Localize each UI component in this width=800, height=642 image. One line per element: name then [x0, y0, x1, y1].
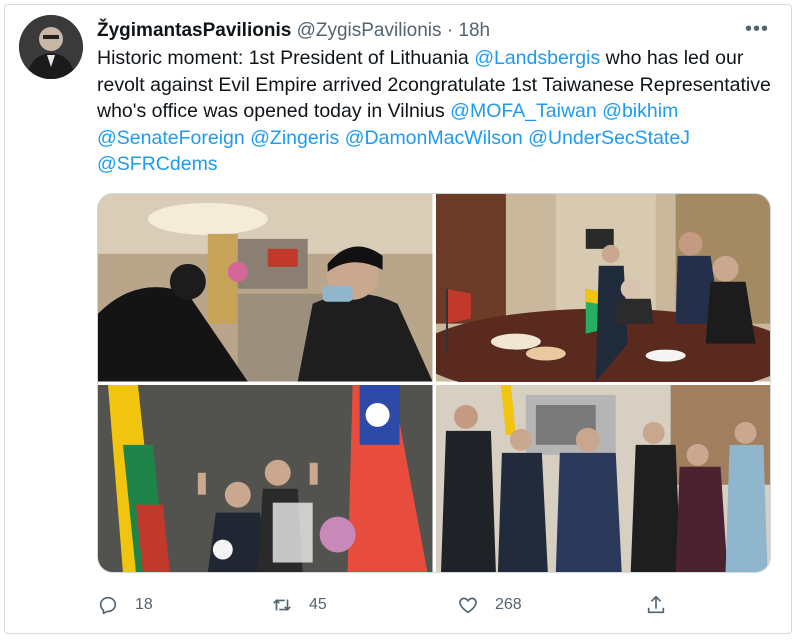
heart-icon — [459, 597, 477, 614]
display-name[interactable]: ŽygimantasPavilionis — [97, 20, 291, 41]
mention-link[interactable]: @bikhim — [602, 100, 678, 122]
retweet-button[interactable]: 45 — [271, 594, 457, 616]
retweet-icon — [273, 599, 291, 611]
mention-link[interactable]: @SenateForeign — [97, 127, 245, 149]
like-count: 268 — [495, 596, 522, 613]
tweet-header: ŽygimantasPavilionis @ZygisPavilionis · … — [97, 19, 490, 43]
photo-group-victory[interactable] — [435, 384, 770, 572]
photo-office-salute[interactable] — [98, 194, 433, 382]
reply-icon — [99, 596, 117, 615]
timestamp[interactable]: 18h — [458, 20, 490, 41]
tweet-text: Historic moment: 1st President of Lithua… — [97, 45, 777, 178]
mention-link[interactable]: @DamonMacWilson — [345, 127, 523, 149]
separator-dot: · — [446, 20, 454, 41]
avatar[interactable] — [19, 15, 83, 79]
share-icon — [647, 595, 665, 614]
photo-meeting-table[interactable] — [435, 194, 770, 382]
tweet-text-segment: Historic moment: 1st President of Lithua… — [97, 47, 475, 69]
mention-link[interactable]: @Zingeris — [250, 127, 339, 149]
photo-flags-victory[interactable] — [98, 384, 433, 572]
tweet-actions: 18 45 268 — [97, 589, 697, 621]
share-button[interactable] — [645, 594, 685, 616]
reply-button[interactable]: 18 — [97, 594, 273, 616]
mention-link[interactable]: @SFRCdems — [97, 153, 218, 175]
more-options-icon[interactable]: ••• — [743, 15, 771, 43]
reply-count: 18 — [135, 596, 153, 613]
mention-link[interactable]: @UnderSecStateJ — [528, 127, 690, 149]
mention-link[interactable]: @Landsbergis — [474, 47, 600, 69]
mention-link[interactable]: @MOFA_Taiwan — [450, 100, 597, 122]
like-button[interactable]: 268 — [457, 594, 645, 616]
retweet-count: 45 — [309, 596, 327, 613]
tweet-card: ŽygimantasPavilionis @ZygisPavilionis · … — [4, 4, 792, 634]
user-handle[interactable]: @ZygisPavilionis — [297, 20, 442, 41]
media-grid — [97, 193, 771, 573]
